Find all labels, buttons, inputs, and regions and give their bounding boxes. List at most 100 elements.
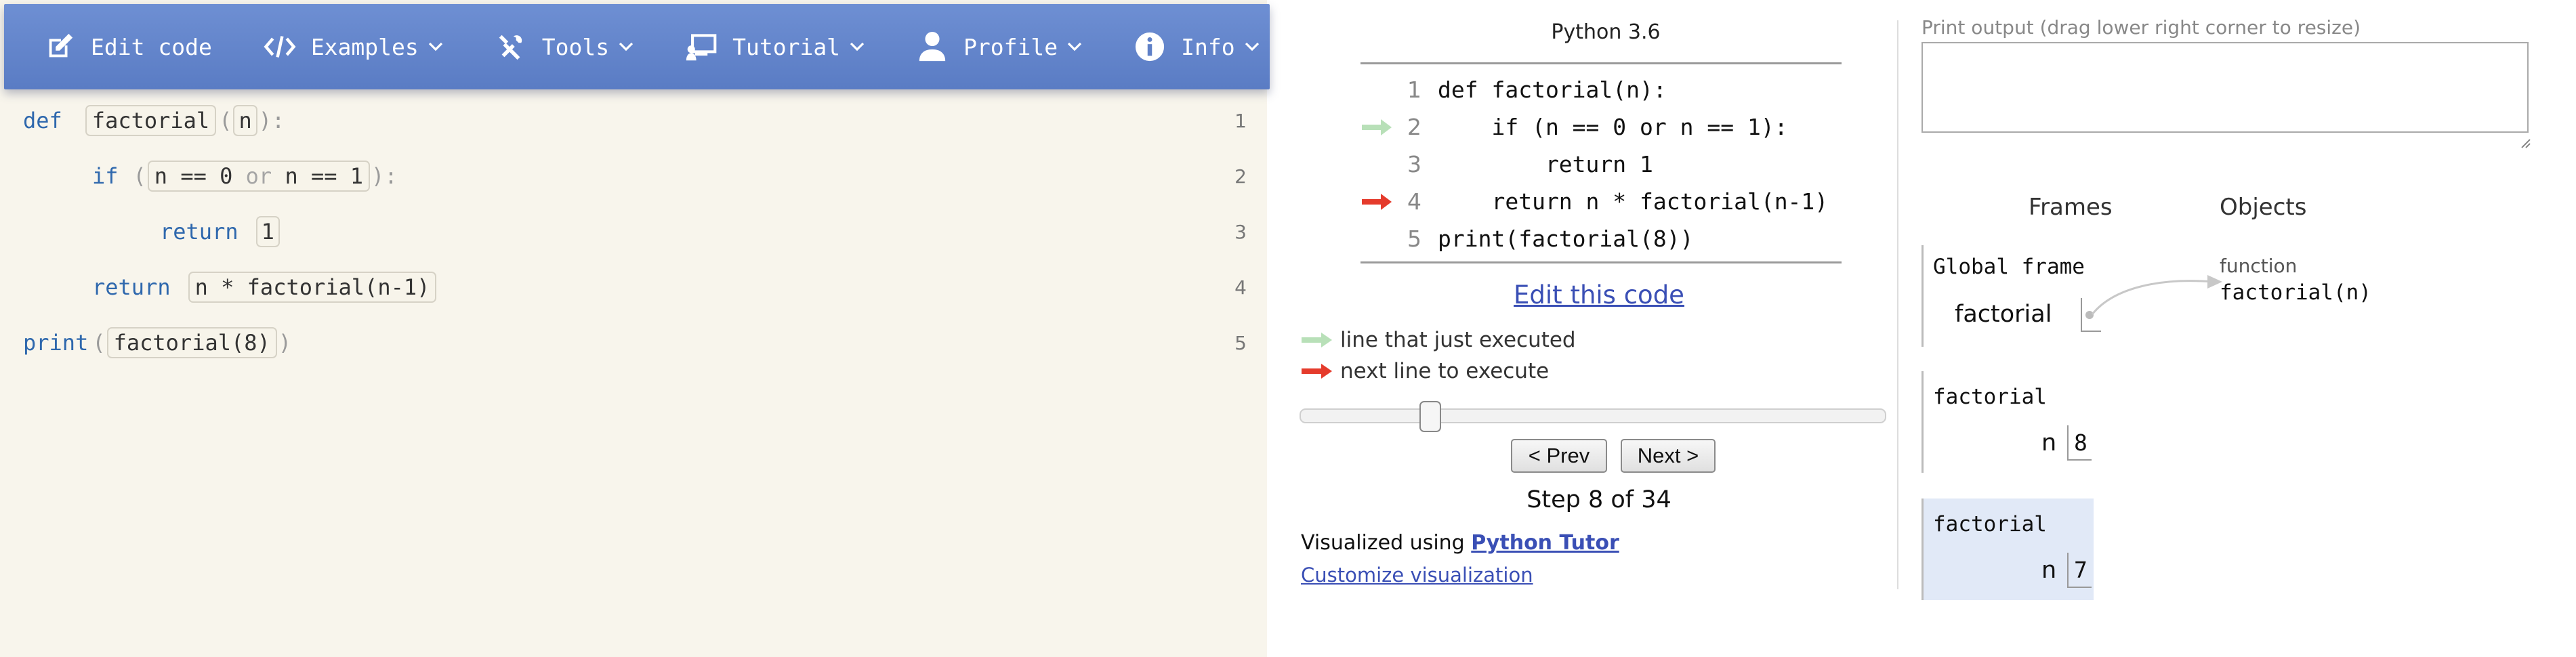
customize-visualization-link[interactable]: Customize visualization <box>1301 564 1533 587</box>
function-name-token[interactable]: factorial <box>85 105 217 136</box>
nav-info[interactable]: Info <box>1134 30 1259 63</box>
editor-line-2[interactable]: if ( n == 0 or n == 1 ): 2 <box>0 156 1267 196</box>
nav-label: Tools <box>541 33 610 60</box>
viz-code-line-1: 1 def factorial(n): <box>1360 71 1842 108</box>
frame-var-value: 7 <box>2074 557 2087 583</box>
editor-line-number: 4 <box>1234 276 1247 299</box>
nav-tutorial[interactable]: Tutorial <box>685 30 865 63</box>
pencil-square-icon <box>43 30 76 63</box>
function-object-signature: factorial(n) <box>2220 280 2371 305</box>
expression-token[interactable]: n * factorial(n-1) <box>188 272 437 303</box>
frames-header: Frames <box>2029 194 2113 221</box>
print-output-label: Print output (drag lower right corner to… <box>1921 16 2361 39</box>
legend-label: line that just executed <box>1340 328 1576 352</box>
frame-title: factorial <box>1933 385 2047 409</box>
viz-code-line-2: 2 if (n == 0 or n == 1): <box>1360 108 1842 146</box>
viz-line-number: 1 <box>1407 77 1421 103</box>
resize-grip-icon[interactable] <box>2519 137 2531 149</box>
chevron-down-icon <box>1245 39 1260 54</box>
frame-var-name: n <box>2041 557 2057 584</box>
step-slider-handle[interactable] <box>1419 401 1441 432</box>
next-line-arrow-icon <box>1302 364 1332 379</box>
viz-line-code: print(factorial(8)) <box>1438 226 1694 252</box>
value-token[interactable]: 1 <box>255 216 280 247</box>
viz-line-code: def factorial(n): <box>1438 77 1667 103</box>
frame-var-name: factorial <box>1955 301 2052 328</box>
keyword: return <box>92 274 171 300</box>
viz-line-number: 3 <box>1407 151 1421 177</box>
editor-line-number: 2 <box>1234 165 1247 188</box>
top-navbar: Edit code Examples Tools Tutorial Profil… <box>4 4 1270 89</box>
frame-var-value: 8 <box>2074 429 2087 456</box>
call-token[interactable]: factorial(8) <box>106 327 277 358</box>
frame-title: Global frame <box>1933 255 2085 279</box>
next-button[interactable]: Next > <box>1621 439 1716 473</box>
edit-this-code-link[interactable]: Edit this code <box>1355 280 1843 310</box>
nav-label: Profile <box>963 33 1058 60</box>
keyword: def <box>23 108 62 133</box>
chevron-down-icon <box>850 39 865 54</box>
editor-line-1[interactable]: def factorial ( n ): 1 <box>0 100 1267 141</box>
visualized-using-text: Visualized using Python Tutor <box>1301 531 1619 555</box>
nav-tools[interactable]: Tools <box>495 30 633 63</box>
keyword: print <box>23 330 89 356</box>
nav-label: Info <box>1181 33 1235 60</box>
viz-code-line-4: 4 return n * factorial(n-1) <box>1360 183 1842 220</box>
editor-line-4[interactable]: return n * factorial(n-1) 4 <box>0 267 1267 308</box>
nav-label: Edit code <box>91 33 212 60</box>
nav-examples[interactable]: Examples <box>264 30 443 63</box>
operator: or <box>245 163 272 189</box>
paren: ): <box>371 163 398 189</box>
editor-line-3[interactable]: return 1 3 <box>0 211 1267 252</box>
visualizer-code-listing: 1 def factorial(n): 2 if (n == 0 or n ==… <box>1360 62 1842 263</box>
viz-line-number: 5 <box>1407 226 1421 252</box>
viz-code-line-5: 5 print(factorial(8)) <box>1360 220 1842 257</box>
nav-label: Examples <box>310 33 419 60</box>
paren: ( <box>219 108 232 133</box>
panel-divider <box>1897 20 1898 589</box>
paren: ) <box>278 330 292 356</box>
reference-arrow-icon <box>2091 275 2222 315</box>
active-call-frame: factorial n 7 <box>1921 499 2094 600</box>
condition-a: n == 0 <box>154 163 233 189</box>
editor-line-number: 3 <box>1234 220 1247 243</box>
viz-line-code: return n * factorial(n-1) <box>1438 188 1829 215</box>
param-token[interactable]: n <box>233 105 257 136</box>
nav-edit-code[interactable]: Edit code <box>43 30 212 63</box>
viz-line-code: if (n == 0 or n == 1): <box>1438 114 1788 140</box>
python-tutor-link[interactable]: Python Tutor <box>1471 531 1619 555</box>
editor-line-5[interactable]: print ( factorial(8) ) 5 <box>0 322 1267 363</box>
viz-line-number: 4 <box>1407 188 1421 215</box>
presentation-icon <box>685 30 718 63</box>
frame-title: factorial <box>1933 512 2047 536</box>
legend-label: next line to execute <box>1340 359 1550 383</box>
condition-b: n == 1 <box>285 163 364 189</box>
paren: ): <box>258 108 285 133</box>
code-brackets-icon <box>264 30 296 63</box>
step-counter: Step 8 of 34 <box>1526 486 1671 513</box>
visualized-using-label: Visualized using <box>1301 531 1465 555</box>
just-executed-arrow-icon <box>1362 119 1392 135</box>
viz-line-number: 2 <box>1407 114 1421 140</box>
call-frame: factorial n 8 <box>1921 371 2092 473</box>
chevron-down-icon <box>428 39 443 54</box>
paren: ( <box>133 163 146 189</box>
legend-next-line: next line to execute <box>1301 359 1549 383</box>
nav-label: Tutorial <box>732 33 841 60</box>
step-slider-track[interactable] <box>1300 408 1886 423</box>
condition-token[interactable]: n == 0 or n == 1 <box>147 161 371 192</box>
code-editor[interactable]: Edit code Examples Tools Tutorial Profil… <box>0 0 1270 657</box>
nav-profile[interactable]: Profile <box>916 30 1082 63</box>
objects-header: Objects <box>2220 194 2307 221</box>
viz-code-line-3: 3 return 1 <box>1360 146 1842 183</box>
object-kind: function <box>2220 255 2298 277</box>
next-line-arrow-icon <box>1362 193 1392 210</box>
editor-line-number: 1 <box>1234 109 1247 132</box>
wrench-screwdriver-icon <box>495 30 527 63</box>
prev-button[interactable]: < Prev <box>1511 439 1607 473</box>
legend-just-executed: line that just executed <box>1301 328 1576 352</box>
paren: ( <box>92 330 106 356</box>
print-output-box[interactable] <box>1921 42 2529 133</box>
editor-line-number: 5 <box>1234 331 1247 354</box>
chevron-down-icon <box>1067 39 1082 54</box>
